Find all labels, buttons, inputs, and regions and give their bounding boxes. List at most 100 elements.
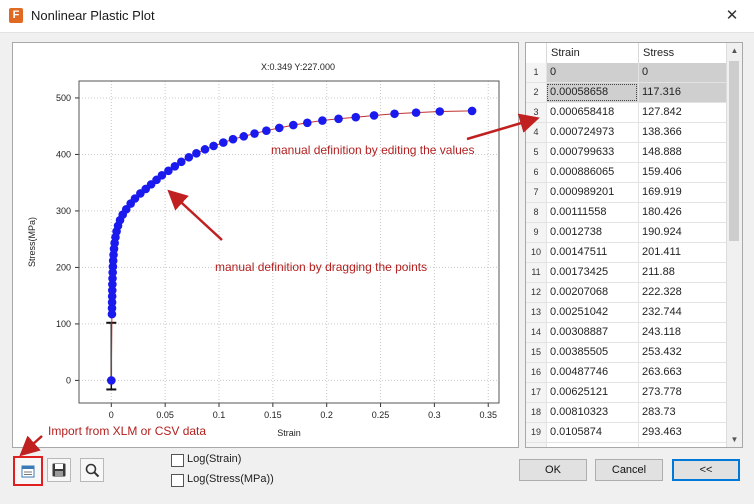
data-point[interactable] — [303, 118, 312, 128]
data-point[interactable] — [107, 376, 116, 385]
table-row[interactable]: 19 0.0105874 293.463 — [526, 423, 726, 443]
row-number[interactable]: 3 — [526, 103, 546, 122]
table-row[interactable]: 16 0.00487746 263.663 — [526, 363, 726, 383]
data-point[interactable] — [262, 126, 271, 136]
data-point[interactable] — [351, 112, 361, 122]
scroll-up-icon[interactable]: ▲ — [727, 43, 742, 58]
table-row[interactable]: 17 0.00625121 273.778 — [526, 383, 726, 403]
table-row[interactable]: 6 0.000886065 159.406 — [526, 163, 726, 183]
row-number[interactable]: 1 — [526, 63, 546, 82]
stress-cell[interactable]: 211.88 — [638, 263, 726, 282]
row-number[interactable]: 18 — [526, 403, 546, 422]
column-header-stress[interactable]: Stress — [638, 43, 726, 63]
table-row[interactable]: 2 0.00058658 117.316 — [526, 83, 726, 103]
data-point[interactable] — [275, 123, 284, 133]
strain-cell[interactable]: 0.00207068 — [546, 283, 638, 302]
row-number[interactable]: 14 — [526, 323, 546, 342]
column-header-strain[interactable]: Strain — [546, 43, 638, 63]
stress-cell[interactable]: 253.432 — [638, 343, 726, 362]
table-row[interactable]: 3 0.000658418 127.842 — [526, 103, 726, 123]
stress-cell[interactable]: 180.426 — [638, 203, 726, 222]
stress-cell[interactable]: 263.663 — [638, 363, 726, 382]
table-row[interactable]: 10 0.00147511 201.411 — [526, 243, 726, 263]
data-point[interactable] — [239, 132, 249, 141]
data-point[interactable] — [435, 107, 445, 116]
scrollbar-thumb[interactable] — [729, 61, 739, 241]
data-point[interactable] — [390, 109, 399, 119]
table-row[interactable]: 13 0.00251042 232.744 — [526, 303, 726, 323]
row-number[interactable]: 10 — [526, 243, 546, 262]
log-stress-checkbox[interactable]: Log(Stress(MPa)) — [171, 472, 331, 488]
row-number[interactable]: 16 — [526, 363, 546, 382]
checkbox-box[interactable] — [171, 454, 184, 467]
data-point[interactable] — [411, 108, 421, 117]
table-row[interactable]: 7 0.000989201 169.919 — [526, 183, 726, 203]
save-button[interactable] — [47, 458, 71, 482]
strain-cell[interactable]: 0.000658418 — [546, 103, 638, 122]
data-point[interactable] — [219, 138, 228, 147]
stress-cell[interactable]: 138.366 — [638, 123, 726, 142]
strain-cell[interactable]: 0 — [546, 63, 638, 82]
stress-cell[interactable]: 0 — [638, 63, 726, 82]
stress-cell[interactable]: 232.744 — [638, 303, 726, 322]
data-point[interactable] — [177, 157, 186, 167]
table-row[interactable]: 4 0.000724973 138.366 — [526, 123, 726, 143]
vertical-scrollbar[interactable]: ▲ ▼ — [726, 43, 742, 447]
strain-cell[interactable]: 0.00251042 — [546, 303, 638, 322]
stress-cell[interactable]: 190.924 — [638, 223, 726, 242]
table-row[interactable]: 11 0.00173425 211.88 — [526, 263, 726, 283]
stress-cell[interactable]: 201.411 — [638, 243, 726, 262]
strain-cell[interactable]: 0.0138546 — [546, 443, 638, 447]
data-point[interactable] — [318, 116, 327, 125]
strain-cell[interactable]: 0.00308887 — [546, 323, 638, 342]
row-number[interactable]: 5 — [526, 143, 546, 162]
row-number[interactable]: 4 — [526, 123, 546, 142]
plot-panel[interactable]: X:0.349 Y:227.000 0 0.05 0.1 0.15 0.2 0.25 0.3 0… — [12, 42, 519, 448]
row-number[interactable]: 6 — [526, 163, 546, 182]
strain-cell[interactable]: 0.00173425 — [546, 263, 638, 282]
data-point[interactable] — [200, 145, 210, 154]
import-button[interactable] — [13, 456, 43, 486]
row-number[interactable]: 19 — [526, 423, 546, 442]
table-row[interactable]: 18 0.00810323 283.73 — [526, 403, 726, 423]
stress-cell[interactable]: 222.328 — [638, 283, 726, 302]
data-point[interactable] — [250, 129, 259, 138]
strain-cell[interactable]: 0.000799633 — [546, 143, 638, 162]
row-number[interactable]: 15 — [526, 343, 546, 362]
data-table[interactable]: Strain Stress 1 0 0 2 0.00058658 117.316 3 0.00… — [525, 42, 743, 448]
strain-cell[interactable]: 0.0105874 — [546, 423, 638, 442]
scroll-down-icon[interactable]: ▼ — [727, 432, 742, 447]
cancel-button[interactable]: Cancel — [595, 459, 663, 481]
row-number[interactable]: 11 — [526, 263, 546, 282]
strain-cell[interactable]: 0.000886065 — [546, 163, 638, 182]
strain-cell[interactable]: 0.00625121 — [546, 383, 638, 402]
table-row[interactable]: 100 — [526, 63, 726, 83]
row-number[interactable]: 13 — [526, 303, 546, 322]
stress-strain-plot[interactable]: X:0.349 Y:227.000 0 0.05 0.1 0.15 0.2 0.25 0.3 0… — [13, 43, 518, 447]
checkbox-box[interactable] — [171, 474, 184, 487]
row-number[interactable]: 17 — [526, 383, 546, 402]
stress-cell[interactable]: 273.778 — [638, 383, 726, 402]
ok-button[interactable]: OK — [519, 459, 587, 481]
strain-cell[interactable]: 0.00487746 — [546, 363, 638, 382]
table-row[interactable]: 200.0138546302.913 — [526, 443, 726, 447]
table-row[interactable]: 9 0.0012738 190.924 — [526, 223, 726, 243]
data-point[interactable] — [289, 120, 298, 130]
log-strain-checkbox[interactable]: Log(Strain) — [171, 452, 331, 468]
strain-cell[interactable]: 0.00810323 — [546, 403, 638, 422]
strain-cell[interactable]: 0.000724973 — [546, 123, 638, 142]
table-row[interactable]: 14 0.00308887 243.118 — [526, 323, 726, 343]
table-row[interactable]: 8 0.00111558 180.426 — [526, 203, 726, 223]
close-button[interactable]: ✕ — [720, 6, 744, 26]
strain-cell[interactable]: 0.00111558 — [546, 203, 638, 222]
data-point[interactable] — [192, 149, 201, 158]
stress-cell[interactable]: 243.118 — [638, 323, 726, 342]
stress-cell[interactable]: 293.463 — [638, 423, 726, 442]
row-number[interactable]: 20 — [526, 443, 546, 447]
row-number[interactable]: 8 — [526, 203, 546, 222]
data-point[interactable] — [209, 141, 218, 151]
zoom-button[interactable] — [80, 458, 104, 482]
data-point[interactable] — [334, 114, 343, 124]
collapse-button[interactable]: << — [672, 459, 740, 481]
stress-cell[interactable]: 127.842 — [638, 103, 726, 122]
